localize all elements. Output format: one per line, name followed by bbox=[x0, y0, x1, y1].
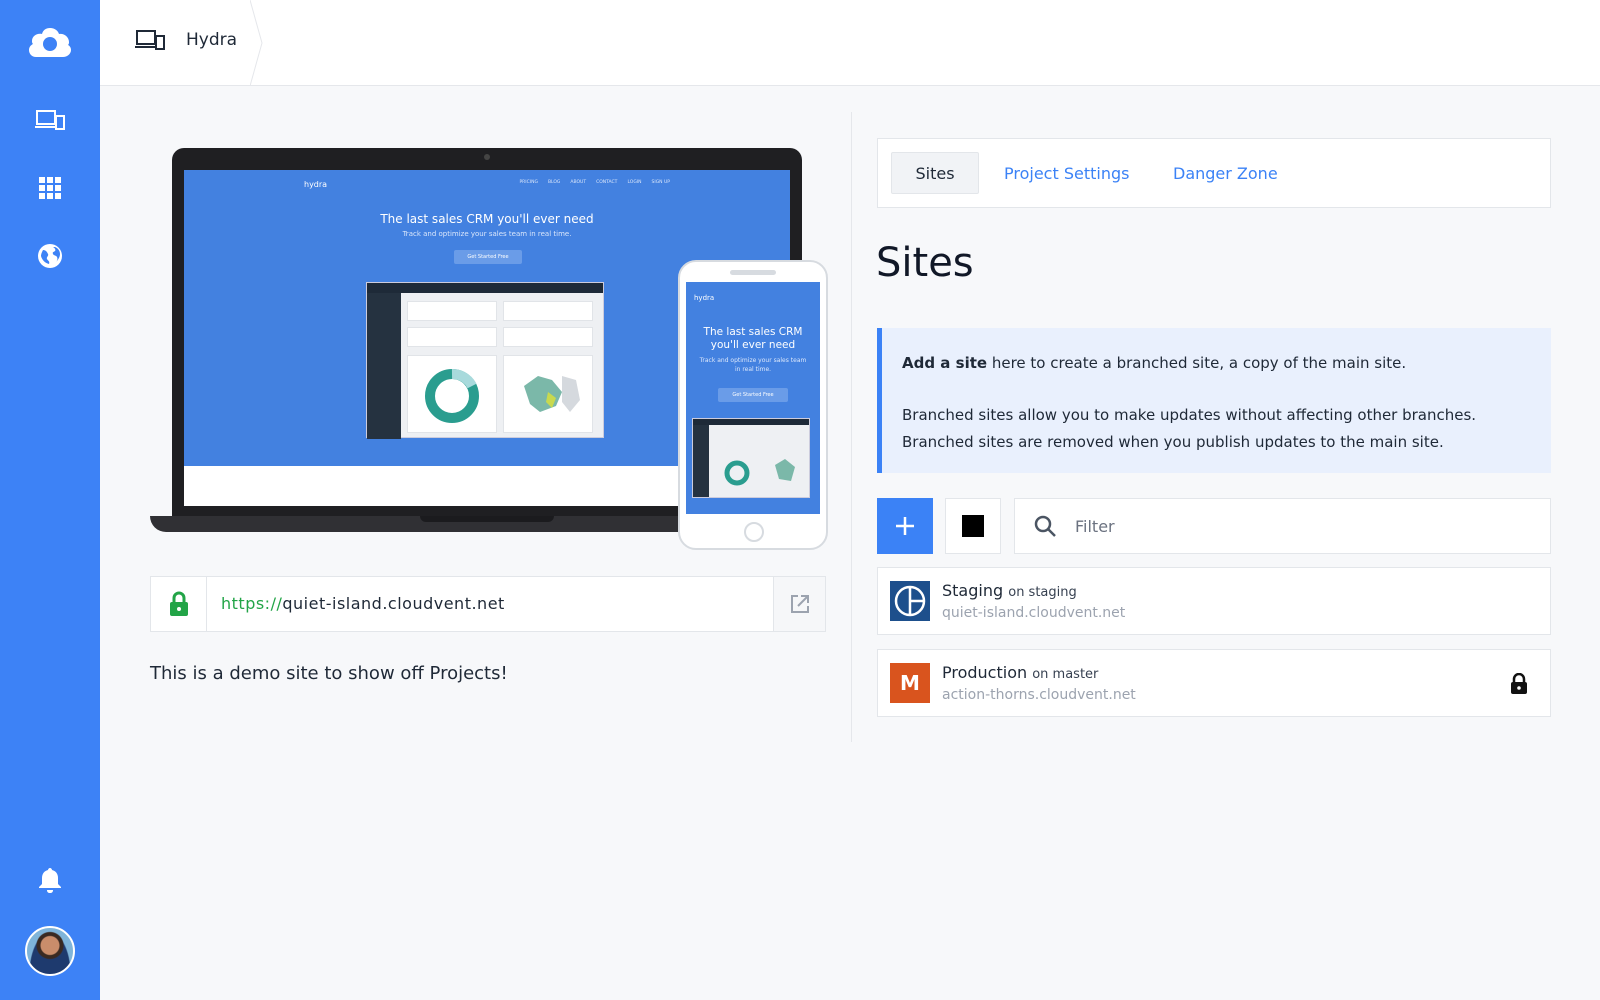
preview-hero-button: Get Started Free bbox=[454, 250, 522, 264]
info-box: Add a site here to create a branched sit… bbox=[877, 328, 1551, 473]
cloud-logo-icon[interactable] bbox=[0, 18, 100, 68]
phone-home-button bbox=[744, 522, 764, 542]
tab-project-settings[interactable]: Project Settings bbox=[1004, 152, 1129, 194]
preview-nav: PRICING BLOG ABOUT CONTACT LOGIN SIGN UP bbox=[519, 180, 670, 185]
site-url: quiet-island.cloudvent.net bbox=[942, 605, 1126, 621]
site-name: Production bbox=[942, 663, 1028, 682]
laptop-camera bbox=[484, 154, 490, 160]
site-url-field: https://quiet-island.cloudvent.net bbox=[150, 576, 826, 632]
select-toggle-button[interactable] bbox=[945, 498, 1001, 554]
site-row-staging[interactable]: Staging on staging quiet-island.cloudven… bbox=[877, 567, 1551, 635]
preview-hero-title: The last sales CRM you'll ever need bbox=[380, 212, 594, 226]
site-title: Staging on staging bbox=[942, 581, 1077, 600]
phone-preview-hero-title: The last sales CRM you'll ever need bbox=[703, 326, 803, 351]
info-add-site-label: Add a site bbox=[902, 354, 988, 372]
tab-danger-zone[interactable]: Danger Zone bbox=[1173, 152, 1278, 194]
devices-icon bbox=[135, 30, 165, 50]
top-bar: Hydra bbox=[100, 0, 1600, 86]
preview-nav-item: LOGIN bbox=[627, 180, 642, 185]
phone-preview-hero-button: Get Started Free bbox=[718, 388, 788, 402]
search-icon bbox=[1015, 498, 1075, 554]
preview-nav-item: PRICING bbox=[519, 180, 538, 185]
url-protocol: https:// bbox=[221, 594, 283, 613]
avatar-image bbox=[25, 926, 75, 976]
site-row-production[interactable]: M Production on master action-thorns.clo… bbox=[877, 649, 1551, 717]
lock-icon bbox=[151, 577, 207, 631]
laptop-notch bbox=[420, 516, 554, 522]
info-line-2: Branched sites allow you to make updates… bbox=[902, 406, 1477, 424]
preview-nav-item: ABOUT bbox=[570, 180, 587, 185]
project-tabs: Sites Project Settings Danger Zone bbox=[877, 138, 1551, 208]
preview-nav-item: CONTACT bbox=[596, 180, 618, 185]
phone-preview-logo: hydra bbox=[694, 294, 715, 302]
site-branch: on master bbox=[1032, 667, 1099, 682]
bell-icon[interactable] bbox=[0, 862, 100, 898]
user-avatar[interactable] bbox=[0, 925, 100, 977]
external-link-icon bbox=[790, 595, 809, 613]
tab-sites[interactable]: Sites bbox=[891, 152, 979, 194]
filter-field bbox=[1014, 498, 1551, 554]
site-badge: M bbox=[890, 663, 930, 703]
site-name: Staging bbox=[942, 581, 1004, 600]
phone-speaker bbox=[730, 270, 776, 275]
sites-toolbar bbox=[877, 498, 1551, 554]
site-branch: on staging bbox=[1008, 585, 1077, 600]
breadcrumb[interactable]: Hydra bbox=[134, 28, 237, 52]
info-line-3: Branched sites are removed when you publ… bbox=[902, 433, 1444, 451]
site-url: action-thorns.cloudvent.net bbox=[942, 687, 1136, 703]
phone-preview-hero-subtitle: Track and optimize your sales team in re… bbox=[699, 357, 807, 373]
breadcrumb-project-name: Hydra bbox=[186, 30, 238, 50]
staging-site-icon bbox=[894, 585, 926, 617]
info-line-1: Add a site here to create a branched sit… bbox=[902, 350, 1531, 377]
add-site-button[interactable] bbox=[877, 498, 933, 554]
page-title: Sites bbox=[876, 240, 974, 286]
plus-icon bbox=[896, 517, 914, 535]
filter-input[interactable] bbox=[1075, 516, 1515, 536]
preview-nav-item: SIGN UP bbox=[651, 180, 670, 185]
panel-divider bbox=[851, 112, 852, 742]
open-external-button[interactable] bbox=[773, 577, 825, 631]
breadcrumb-separator bbox=[250, 0, 263, 86]
url-host: quiet-island.cloudvent.net bbox=[282, 594, 505, 613]
project-description: This is a demo site to show off Projects… bbox=[150, 663, 508, 684]
phone-preview-dashboard-image bbox=[692, 418, 810, 498]
phone-screen: hydra The last sales CRM you'll ever nee… bbox=[686, 282, 820, 514]
preview-hero-subtitle: Track and optimize your sales team in re… bbox=[402, 230, 572, 238]
devices-icon[interactable] bbox=[0, 102, 100, 138]
phone-frame: hydra The last sales CRM you'll ever nee… bbox=[678, 260, 828, 550]
lock-icon bbox=[1508, 672, 1530, 696]
sidebar bbox=[0, 0, 100, 1000]
preview-nav-item: BLOG bbox=[547, 180, 561, 185]
site-preview: hydra PRICING BLOG ABOUT CONTACT LOGIN S… bbox=[150, 148, 828, 554]
square-icon bbox=[962, 515, 984, 537]
preview-logo: hydra bbox=[304, 180, 328, 189]
globe-icon[interactable] bbox=[0, 238, 100, 274]
preview-dashboard-image bbox=[366, 282, 604, 439]
site-badge bbox=[890, 581, 930, 621]
site-url[interactable]: https://quiet-island.cloudvent.net bbox=[221, 594, 505, 613]
apps-grid-icon[interactable] bbox=[0, 170, 100, 206]
info-line-1-text: here to create a branched site, a copy o… bbox=[987, 354, 1407, 372]
site-title: Production on master bbox=[942, 663, 1098, 682]
